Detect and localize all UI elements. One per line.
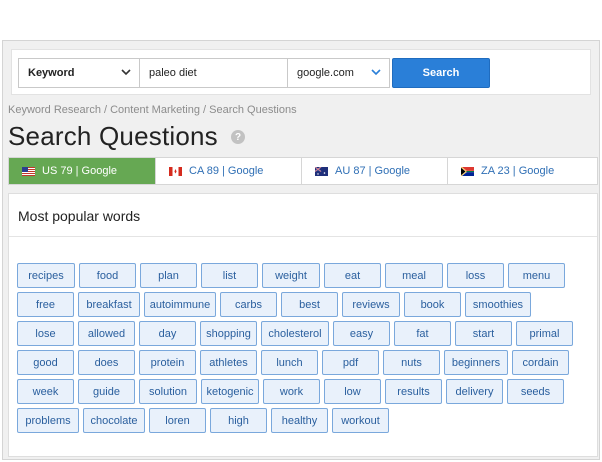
tab-za-label: ZA 23 | Google — [481, 165, 555, 177]
word-chip[interactable]: nuts — [383, 350, 440, 375]
chevron-down-icon — [121, 69, 131, 76]
word-chip[interactable]: easy — [333, 321, 390, 346]
word-chip[interactable]: lunch — [261, 350, 318, 375]
word-chip[interactable]: breakfast — [78, 292, 140, 317]
word-chip[interactable]: work — [263, 379, 320, 404]
word-row: lose allowed day shopping cholesterol easy fat… — [17, 321, 597, 346]
tab-au-label: AU 87 | Google — [335, 165, 411, 177]
word-chip[interactable]: results — [385, 379, 442, 404]
word-chip[interactable]: smoothies — [465, 292, 531, 317]
tab-ca-label: CA 89 | Google — [189, 165, 264, 177]
chevron-down-icon — [371, 69, 381, 76]
word-chip[interactable]: week — [17, 379, 74, 404]
za-flag-icon — [461, 166, 474, 176]
word-chip[interactable]: problems — [17, 408, 79, 433]
word-chip[interactable]: lose — [17, 321, 74, 346]
word-chip[interactable]: ketogenic — [201, 379, 259, 404]
search-bar: Keyword paleo diet google.com Search — [11, 49, 591, 95]
word-chip[interactable]: free — [17, 292, 74, 317]
divider — [9, 236, 597, 237]
word-chip[interactable]: primal — [516, 321, 573, 346]
word-chip[interactable]: loss — [447, 263, 504, 288]
word-chip[interactable]: good — [17, 350, 74, 375]
word-row: free breakfast autoimmune carbs best reviews b… — [17, 292, 597, 317]
word-chip[interactable]: autoimmune — [144, 292, 216, 317]
word-chip[interactable]: healthy — [271, 408, 328, 433]
word-chip[interactable]: book — [404, 292, 461, 317]
panel-title: Most popular words — [18, 208, 141, 224]
word-chip[interactable]: allowed — [78, 321, 135, 346]
word-chip[interactable]: seeds — [507, 379, 564, 404]
tab-us-label: US 79 | Google — [42, 165, 118, 177]
us-flag-icon — [22, 166, 35, 176]
popular-words-panel: Most popular words recipes food plan list we… — [8, 193, 598, 457]
au-flag-icon — [315, 166, 328, 176]
word-chip[interactable]: shopping — [200, 321, 257, 346]
word-chip[interactable]: cholesterol — [261, 321, 329, 346]
word-row: problems chocolate loren high healthy workout — [17, 408, 597, 433]
word-chip[interactable]: workout — [332, 408, 389, 433]
tab-za[interactable]: ZA 23 | Google — [448, 158, 588, 184]
word-row: good does protein athletes lunch pdf nuts begin… — [17, 350, 597, 375]
word-chip[interactable]: athletes — [200, 350, 257, 375]
ca-flag-icon — [169, 166, 182, 176]
search-type-label: Keyword — [28, 67, 75, 79]
word-chip[interactable]: carbs — [220, 292, 277, 317]
word-chip[interactable]: fat — [394, 321, 451, 346]
word-chip[interactable]: high — [210, 408, 267, 433]
word-chip[interactable]: delivery — [446, 379, 503, 404]
search-engine-select[interactable]: google.com — [287, 58, 390, 88]
word-chip[interactable]: weight — [262, 263, 320, 288]
app-frame: Keyword paleo diet google.com Search Key… — [2, 40, 600, 460]
word-chip[interactable]: eat — [324, 263, 381, 288]
word-chip[interactable]: recipes — [17, 263, 75, 288]
word-chip[interactable]: plan — [140, 263, 197, 288]
word-chip[interactable]: protein — [139, 350, 196, 375]
word-chip[interactable]: does — [78, 350, 135, 375]
tab-us[interactable]: US 79 | Google — [9, 158, 156, 184]
word-chip[interactable]: guide — [78, 379, 135, 404]
search-button[interactable]: Search — [392, 58, 490, 88]
word-chip[interactable]: pdf — [322, 350, 379, 375]
country-tabs: US 79 | Google CA 89 | Google AU 87 | Go… — [8, 157, 598, 185]
search-input[interactable]: paleo diet — [139, 58, 288, 88]
tab-au[interactable]: AU 87 | Google — [302, 158, 448, 184]
word-chip[interactable]: meal — [385, 263, 443, 288]
word-chip[interactable]: best — [281, 292, 338, 317]
word-chip[interactable]: beginners — [444, 350, 508, 375]
word-chip[interactable]: solution — [139, 379, 197, 404]
word-chip[interactable]: chocolate — [83, 408, 145, 433]
help-icon[interactable]: ? — [231, 130, 245, 144]
word-chip[interactable]: low — [324, 379, 381, 404]
word-chip[interactable]: list — [201, 263, 258, 288]
word-chip[interactable]: day — [139, 321, 196, 346]
word-chip[interactable]: food — [79, 263, 136, 288]
word-chip[interactable]: cordain — [512, 350, 569, 375]
word-row: week guide solution ketogenic work low results… — [17, 379, 597, 404]
word-chip[interactable]: loren — [149, 408, 206, 433]
search-input-value: paleo diet — [149, 67, 197, 79]
word-chip[interactable]: reviews — [342, 292, 400, 317]
search-type-select[interactable]: Keyword — [18, 58, 140, 88]
word-chip[interactable]: start — [455, 321, 512, 346]
word-row: recipes food plan list weight eat meal loss menu — [17, 263, 597, 288]
page-title: Search Questions — [8, 121, 218, 151]
breadcrumb: Keyword Research / Content Marketing / S… — [8, 104, 297, 116]
word-cloud: recipes food plan list weight eat meal loss menu… — [17, 263, 597, 437]
word-chip[interactable]: menu — [508, 263, 565, 288]
tab-ca[interactable]: CA 89 | Google — [156, 158, 302, 184]
search-engine-label: google.com — [297, 67, 354, 79]
